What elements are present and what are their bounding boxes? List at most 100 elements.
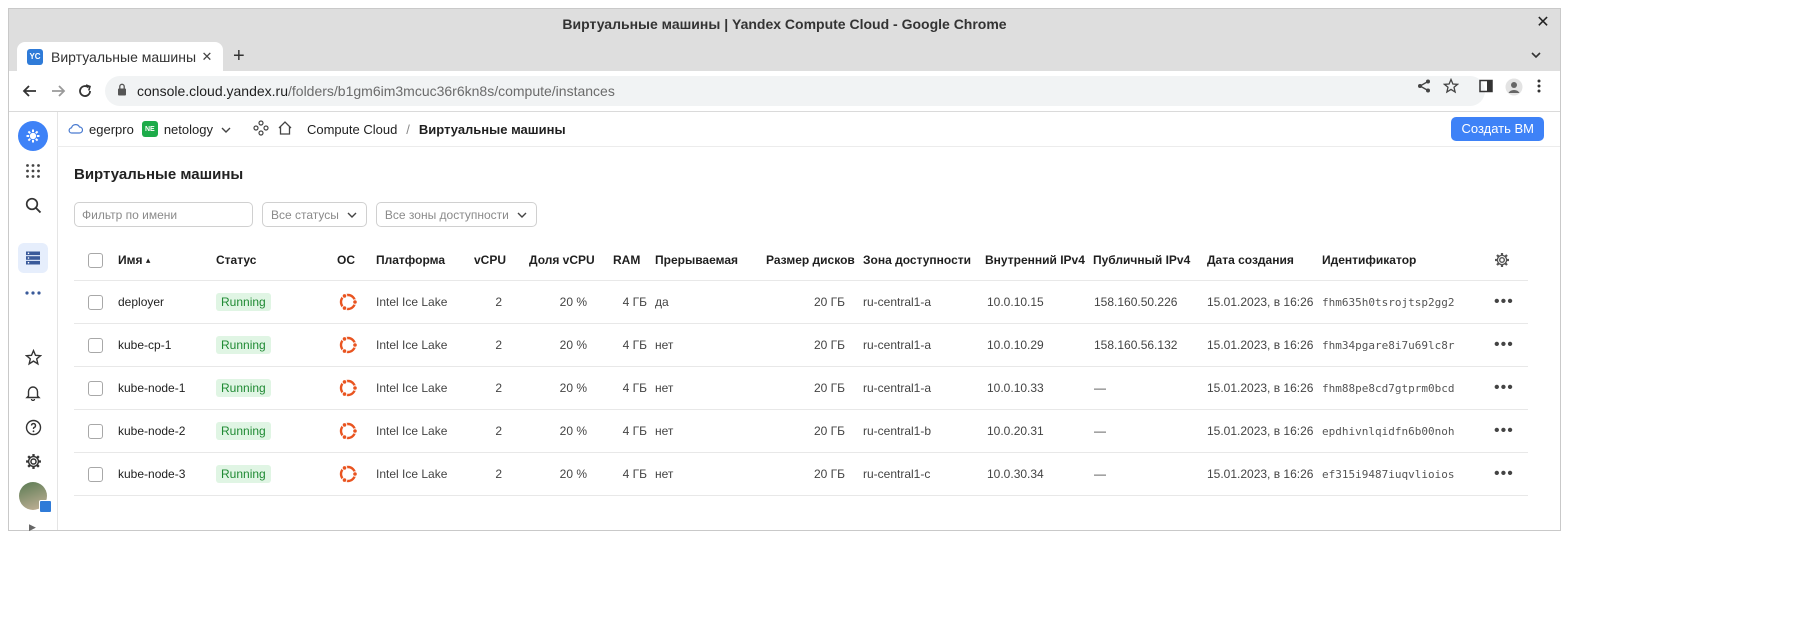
vm-vcpu: 2 [495,381,502,395]
new-tab-button[interactable]: + [233,45,245,67]
console-app: ▶ egerpro NE netology Compute Cloud / Ви… [9,112,1560,533]
vm-id: ef315i9487iuqvlioios [1322,467,1455,481]
cloud-icon [68,122,84,137]
col-disk[interactable]: Размер дисков [766,240,855,280]
row-actions-more-icon[interactable]: ••• [1494,281,1514,323]
settings-gear-icon[interactable] [18,446,48,476]
search-icon[interactable] [18,190,48,220]
console-header: egerpro NE netology Compute Cloud / Вирт… [57,112,1560,147]
vm-preemptible: да [655,295,669,309]
col-ram[interactable]: RAM [613,240,640,280]
vm-name[interactable]: kube-node-2 [118,410,185,452]
bookmark-star-icon[interactable] [1442,77,1460,99]
create-vm-button[interactable]: Создать ВМ [1451,117,1544,141]
table-settings-gear-icon[interactable] [1494,240,1510,280]
vm-vcpu-share: 20 % [559,424,587,438]
favorites-star-icon[interactable] [18,342,48,372]
col-created[interactable]: Дата создания [1207,240,1294,280]
vm-name[interactable]: kube-node-1 [118,367,185,409]
share-icon[interactable] [1416,78,1432,99]
table-row[interactable]: deployer Running Intel Ice Lake 2 20 % 4… [74,281,1528,324]
table-row[interactable]: kube-node-2 Running Intel Ice Lake 2 20 … [74,410,1528,453]
breadcrumb-separator: / [406,121,410,137]
row-actions-more-icon[interactable]: ••• [1494,453,1514,495]
vm-disk: 20 ГБ [813,338,845,352]
row-checkbox[interactable] [88,453,103,495]
table-row[interactable]: kube-cp-1 Running Intel Ice Lake 2 20 % … [74,324,1528,367]
reload-icon[interactable] [76,82,94,100]
col-id[interactable]: Идентификатор [1322,240,1416,280]
profile-icon[interactable] [1505,78,1523,101]
select-all-checkbox[interactable] [88,240,103,280]
virtual-machines-nav-icon[interactable] [18,243,48,273]
row-actions-more-icon[interactable]: ••• [1494,367,1514,409]
row-checkbox[interactable] [88,281,103,323]
forward-icon[interactable] [49,82,67,100]
url-bar[interactable]: console.cloud.yandex.ru/folders/b1gm6im3… [105,76,1485,106]
home-icon[interactable] [277,120,293,139]
status-badge: Running [216,367,271,409]
help-icon[interactable] [18,412,48,442]
browser-window: Виртуальные машины | Yandex Compute Clou… [8,8,1561,533]
vm-vcpu: 2 [495,424,502,438]
vm-internal-ip: 10.0.10.29 [987,338,1044,352]
expand-rail-icon[interactable]: ▶ [29,522,36,533]
row-actions-more-icon[interactable]: ••• [1494,324,1514,366]
folder-name[interactable]: netology [164,122,213,137]
col-zone[interactable]: Зона доступности [863,240,971,280]
window-close-button[interactable]: ✕ [1532,12,1554,34]
vm-platform: Intel Ice Lake [376,424,448,438]
favicon-icon: YC [27,48,43,65]
folder-chevron-down-icon[interactable] [221,122,231,137]
url-path: /folders/b1gm6im3mcuc36r6kn8s/compute/in… [288,83,615,99]
cloud-name[interactable]: egerpro [89,122,134,137]
more-services-icon[interactable] [18,278,48,308]
vm-name[interactable]: kube-cp-1 [118,324,171,366]
tab-close-button[interactable]: ✕ [199,49,215,65]
vm-vcpu: 2 [495,295,502,309]
col-name[interactable]: Имя ▴ [118,240,150,280]
vm-ram: 4 ГБ [622,381,647,395]
vm-name[interactable]: deployer [118,281,164,323]
col-status[interactable]: Статус [216,240,256,280]
vm-disk: 20 ГБ [813,467,845,481]
table-row[interactable]: kube-node-1 Running Intel Ice Lake 2 20 … [74,367,1528,410]
service-graph-icon[interactable] [253,119,269,139]
notifications-bell-icon[interactable] [18,377,48,407]
col-internal-ip[interactable]: Внутренний IPv4 [985,240,1085,280]
vm-name[interactable]: kube-node-3 [118,453,185,495]
vm-platform: Intel Ice Lake [376,381,448,395]
vm-internal-ip: 10.0.20.31 [987,424,1044,438]
breadcrumb-service[interactable]: Compute Cloud [307,122,397,137]
vm-created: 15.01.2023, в 16:26 [1207,424,1314,438]
col-preemptible[interactable]: Прерываемая [655,240,738,280]
user-avatar[interactable] [19,482,52,513]
address-bar-row: console.cloud.yandex.ru/folders/b1gm6im3… [9,71,1560,112]
table-row[interactable]: kube-node-3 Running Intel Ice Lake 2 20 … [74,453,1528,496]
col-platform[interactable]: Платформа [376,240,445,280]
services-grid-icon[interactable] [18,156,48,186]
compute-cloud-logo-icon[interactable] [18,121,48,151]
name-filter-input[interactable]: Фильтр по имени [74,202,253,227]
col-vcpu-share[interactable]: Доля vCPU [529,240,595,280]
browser-menu-icon[interactable] [1536,78,1542,99]
vm-zone: ru-central1-a [863,338,932,352]
col-os[interactable]: ОС [337,240,355,280]
vm-vcpu-share: 20 % [559,467,587,481]
browser-tab[interactable]: YC Виртуальные машины | Y ✕ [17,42,223,71]
back-icon[interactable] [21,82,39,100]
row-checkbox[interactable] [88,367,103,409]
row-actions-more-icon[interactable]: ••• [1494,410,1514,452]
vm-id: epdhivnlqidfn6b00noh [1322,424,1455,438]
vm-zone: ru-central1-a [863,295,932,309]
col-vcpu[interactable]: vCPU [474,240,506,280]
col-public-ip[interactable]: Публичный IPv4 [1093,240,1190,280]
zone-filter-value: Все зоны доступности [384,207,509,222]
tab-list-chevron-icon[interactable] [1530,48,1542,66]
vm-id: fhm88pe8cd7gtprm0bcd [1322,381,1455,395]
row-checkbox[interactable] [88,324,103,366]
row-checkbox[interactable] [88,410,103,452]
side-panel-icon[interactable] [1478,78,1494,99]
zone-filter-select[interactable]: Все зоны доступности [375,202,537,227]
status-filter-select[interactable]: Все статусы [262,202,367,227]
